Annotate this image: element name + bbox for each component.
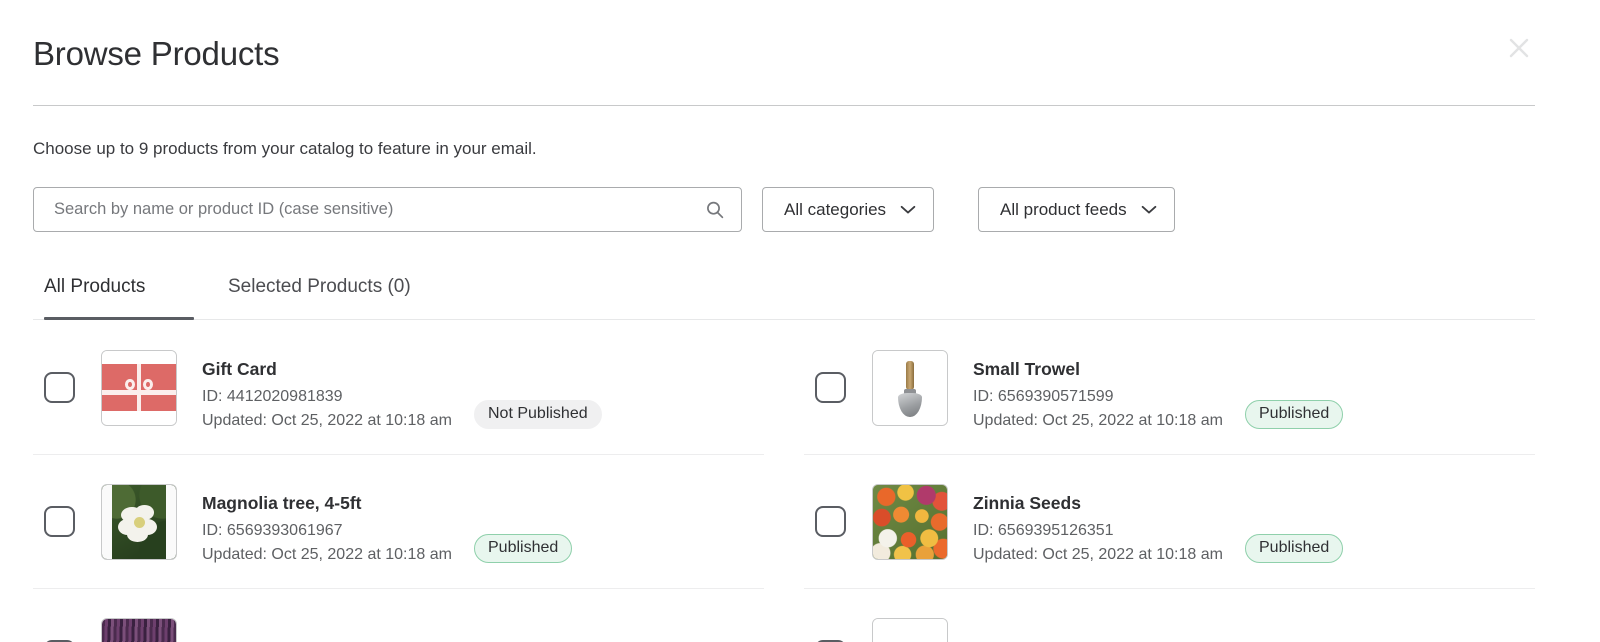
- product-info: [973, 618, 1535, 642]
- product-info: [202, 618, 764, 642]
- status-badge: Not Published: [474, 399, 602, 429]
- close-button[interactable]: [1502, 31, 1536, 65]
- gift-card-thumbnail: [102, 350, 176, 425]
- active-tab-indicator: [44, 317, 194, 320]
- header-divider: [33, 105, 1535, 106]
- product-thumbnail: [101, 617, 177, 642]
- chevron-down-icon: [900, 205, 916, 213]
- modal-subtitle: Choose up to 9 products from your catalo…: [33, 139, 537, 158]
- product-row-magnolia-tree[interactable]: Magnolia tree, 4-5ft ID: 6569393061967 U…: [33, 455, 764, 589]
- status-badge: Published: [474, 533, 573, 563]
- tab-all-products[interactable]: All Products: [44, 265, 145, 321]
- product-info: Small Trowel ID: 6569390571599 Updated: …: [973, 350, 1535, 429]
- tab-bar: All Products Selected Products (0): [33, 265, 1535, 321]
- product-checkbox[interactable]: [44, 506, 75, 537]
- product-checkbox[interactable]: [815, 506, 846, 537]
- small-trowel-thumbnail: [873, 350, 947, 425]
- product-thumbnail: [101, 483, 177, 560]
- product-info: Zinnia Seeds ID: 6569395126351 Updated: …: [973, 484, 1535, 563]
- chevron-down-icon: [1141, 205, 1156, 213]
- tab-selected-products[interactable]: Selected Products (0): [228, 265, 411, 321]
- product-name: Gift Card: [202, 358, 277, 379]
- product-cell: Magnolia tree, 4-5ft ID: 6569393061967 U…: [33, 455, 764, 589]
- product-row-small-trowel[interactable]: Small Trowel ID: 6569390571599 Updated: …: [804, 321, 1535, 455]
- all-categories-label: All categories: [784, 199, 887, 219]
- product-cell: [804, 589, 1535, 642]
- status-badge: Published: [1245, 533, 1344, 563]
- product-grid: Gift Card ID: 4412020981839 Updated: Oct…: [33, 321, 1535, 642]
- product-thumbnail: [872, 617, 948, 642]
- tabs-divider: [33, 319, 1535, 320]
- page-title: Browse Products: [33, 35, 280, 72]
- search-icon[interactable]: [705, 200, 725, 220]
- search-input[interactable]: [34, 188, 699, 231]
- product-cell: Small Trowel ID: 6569390571599 Updated: …: [804, 321, 1535, 455]
- product-checkbox[interactable]: [815, 372, 846, 403]
- product-row-zinnia-seeds[interactable]: Zinnia Seeds ID: 6569395126351 Updated: …: [804, 455, 1535, 589]
- product-thumbnail: [872, 483, 948, 560]
- close-icon: [1509, 38, 1529, 58]
- product-row-partial[interactable]: [804, 589, 1535, 642]
- all-categories-dropdown[interactable]: All categories: [762, 187, 935, 232]
- product-cell: [33, 589, 764, 642]
- product-row-gift-card[interactable]: Gift Card ID: 4412020981839 Updated: Oct…: [33, 321, 764, 455]
- product-name: Magnolia tree, 4-5ft: [202, 492, 362, 513]
- zinnia-seeds-thumbnail: [873, 484, 947, 559]
- product-thumbnail-image: [102, 618, 176, 642]
- all-product-feeds-dropdown[interactable]: All product feeds: [978, 187, 1175, 232]
- product-thumbnail-image: [873, 618, 947, 642]
- product-name: Zinnia Seeds: [973, 492, 1081, 513]
- product-thumbnail: [872, 349, 948, 426]
- product-checkbox[interactable]: [44, 372, 75, 403]
- browse-products-modal: Browse Products Choose up to 9 products …: [0, 0, 1600, 642]
- all-product-feeds-label: All product feeds: [1000, 199, 1127, 219]
- search-field[interactable]: [33, 187, 742, 232]
- product-cell: Gift Card ID: 4412020981839 Updated: Oct…: [33, 321, 764, 455]
- status-badge: Published: [1245, 399, 1344, 429]
- magnolia-tree-thumbnail: [102, 484, 176, 559]
- modal-header: Browse Products: [33, 0, 1535, 104]
- product-name: Small Trowel: [973, 358, 1080, 379]
- product-info: Gift Card ID: 4412020981839 Updated: Oct…: [202, 350, 764, 429]
- product-info: Magnolia tree, 4-5ft ID: 6569393061967 U…: [202, 484, 764, 563]
- product-thumbnail: [101, 349, 177, 426]
- product-cell: Zinnia Seeds ID: 6569395126351 Updated: …: [804, 455, 1535, 589]
- product-row-partial[interactable]: [33, 589, 764, 642]
